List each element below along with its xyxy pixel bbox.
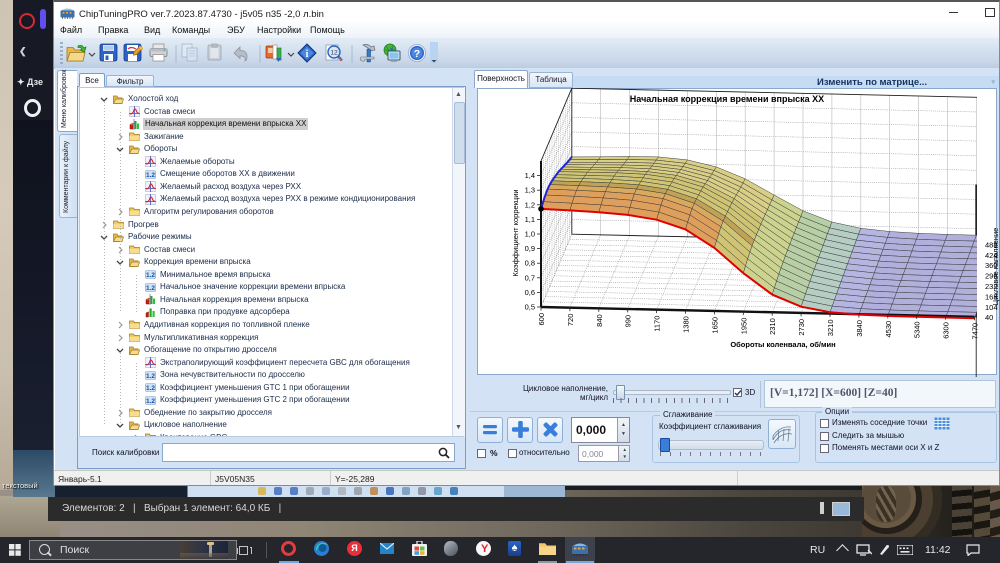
- svg-text:Начальная коррекция времени вп: Начальная коррекция времени впрыска XX: [630, 94, 824, 104]
- svg-text:1.2: 1.2: [146, 285, 155, 292]
- svg-text:i: i: [306, 49, 309, 60]
- svg-text:1,1: 1,1: [525, 215, 535, 224]
- svg-text:1950: 1950: [739, 318, 748, 335]
- svg-text:0,8: 0,8: [525, 259, 535, 268]
- svg-text:0,7: 0,7: [525, 273, 535, 282]
- svg-text:840: 840: [595, 314, 604, 327]
- svg-text:0,6: 0,6: [525, 288, 535, 297]
- svg-text:1.2: 1.2: [146, 373, 155, 380]
- svg-text:Коэффициент коррекции: Коэффициент коррекции: [511, 189, 520, 276]
- svg-text:1,0: 1,0: [525, 230, 535, 239]
- svg-text:4530: 4530: [884, 321, 893, 338]
- svg-text:0,5: 0,5: [525, 303, 535, 312]
- svg-text:1.2: 1.2: [146, 385, 155, 392]
- svg-text:Цикловое наполнение: Цикловое наполнение: [991, 228, 1000, 306]
- svg-text:1,3: 1,3: [525, 186, 535, 195]
- svg-text:3840: 3840: [855, 320, 864, 337]
- svg-text:1.2: 1.2: [146, 398, 155, 405]
- svg-text:2730: 2730: [797, 319, 806, 336]
- svg-text:6300: 6300: [942, 322, 951, 339]
- svg-text:1.2: 1.2: [146, 272, 155, 279]
- svg-text:0,9: 0,9: [525, 244, 535, 253]
- svg-text:720: 720: [566, 314, 575, 327]
- svg-text:40: 40: [985, 313, 993, 322]
- svg-text:?: ?: [414, 48, 420, 60]
- svg-text:5340: 5340: [913, 321, 922, 338]
- svg-text:1,4: 1,4: [525, 171, 535, 180]
- svg-text:1,2: 1,2: [525, 200, 535, 209]
- svg-text:Обороты коленвала, об/мин: Обороты коленвала, об/мин: [730, 340, 835, 349]
- svg-text:990: 990: [624, 315, 633, 328]
- svg-text:12: 12: [330, 50, 338, 57]
- svg-text:3210: 3210: [826, 320, 835, 337]
- svg-text:2310: 2310: [768, 318, 777, 335]
- svg-text:1.2: 1.2: [146, 172, 155, 179]
- svg-text:1650: 1650: [710, 317, 719, 334]
- svg-text:1170: 1170: [653, 316, 662, 332]
- svg-text:7470: 7470: [971, 323, 980, 340]
- svg-text:1380: 1380: [682, 316, 691, 333]
- svg-text:600: 600: [537, 313, 546, 326]
